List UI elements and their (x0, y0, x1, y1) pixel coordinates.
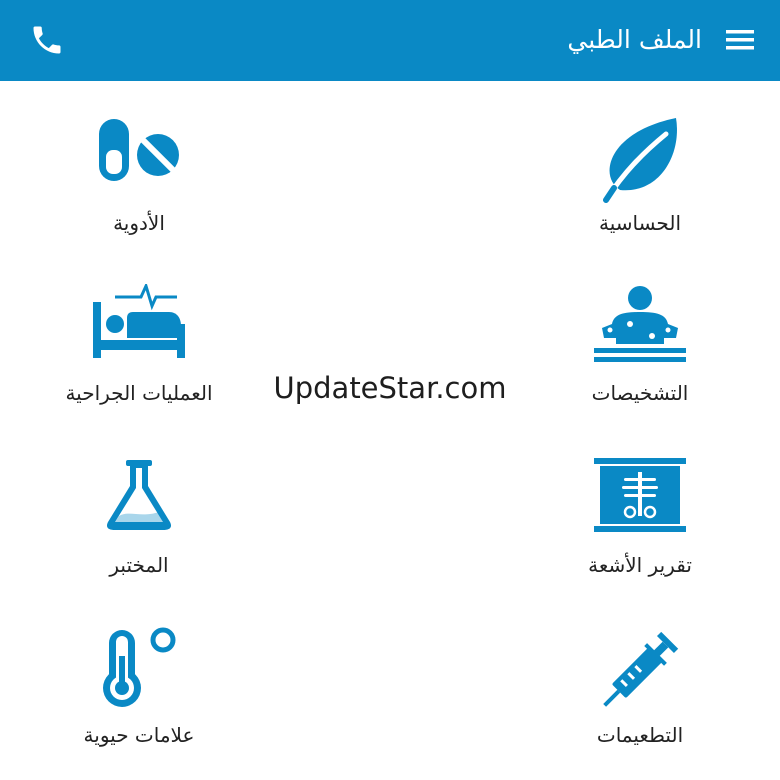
medical-file-screen: الملف الطبي الحساسية الأدوية التشخيصات ا… (0, 0, 780, 780)
patient-diagnosis-icon (594, 286, 686, 362)
hamburger-icon (726, 30, 754, 50)
tile-laboratory[interactable]: المختبر (19, 456, 259, 596)
xray-icon (594, 458, 686, 532)
tile-radiology-report[interactable]: تقرير الأشعة (520, 456, 760, 596)
menu-button[interactable] (724, 25, 756, 55)
page-title: الملف الطبي (567, 25, 702, 54)
thermometer-icon (103, 627, 176, 707)
tile-label: الأدوية (113, 211, 165, 235)
app-bar: الملف الطبي (0, 0, 780, 81)
tile-vaccinations[interactable]: التطعيمات (520, 626, 760, 766)
hospital-bed-icon (93, 284, 185, 358)
tile-medications[interactable]: الأدوية (19, 114, 259, 254)
call-button[interactable] (29, 22, 65, 58)
tile-label: الحساسية (598, 211, 681, 235)
phone-icon (33, 26, 61, 54)
pills-icon (99, 119, 179, 181)
leaf-icon (603, 118, 677, 203)
syringe-icon (603, 631, 679, 707)
tile-label: المختبر (109, 553, 169, 577)
watermark-text: UpdateStar.com (273, 371, 507, 405)
tile-label: التطعيمات (596, 723, 684, 747)
tile-label: تقرير الأشعة (588, 553, 692, 577)
tile-vital-signs[interactable]: علامات حيوية (19, 626, 259, 766)
tile-label: علامات حيوية (83, 723, 195, 747)
lab-flask-icon (106, 460, 172, 530)
tile-allergies[interactable]: الحساسية (520, 114, 760, 254)
